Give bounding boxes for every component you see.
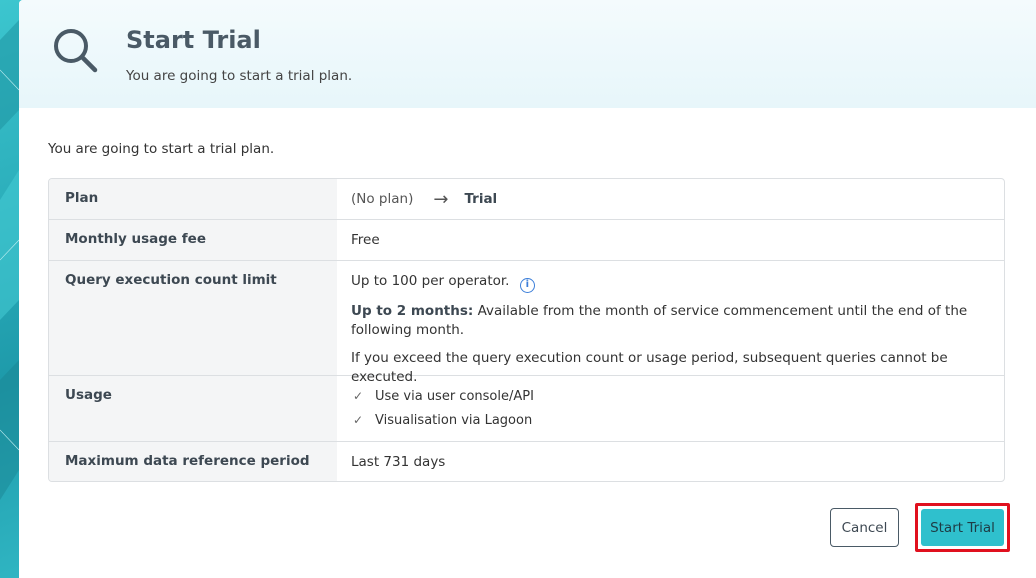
info-icon[interactable]: i: [519, 278, 535, 293]
plan-to: Trial: [464, 191, 498, 207]
list-item: ✓ Use via user console/API: [351, 387, 990, 406]
start-trial-button[interactable]: Start Trial: [921, 509, 1004, 546]
row-label: Usage: [49, 376, 337, 441]
usage-item-label: Use via user console/API: [375, 389, 534, 404]
query-limit-text: Up to 100 per operator.: [351, 273, 510, 289]
row-value: Up to 100 per operator. i Up to 2 months…: [337, 261, 1004, 385]
dialog-title: Start Trial: [126, 26, 261, 54]
table-row-query-limit: Query execution count limit Up to 100 pe…: [49, 260, 1004, 385]
dialog-subtitle: You are going to start a trial plan.: [126, 68, 353, 84]
plan-details-table: Plan (No plan) → Trial Monthly usage fee…: [48, 178, 1005, 482]
row-value: (No plan) → Trial: [337, 179, 1004, 219]
period-bold: Up to 2 months:: [351, 303, 474, 319]
cancel-button[interactable]: Cancel: [830, 508, 899, 547]
row-label: Query execution count limit: [49, 261, 337, 375]
search-icon: [54, 29, 98, 73]
dialog-footer: Cancel Start Trial: [19, 500, 1036, 578]
check-icon: ✓: [353, 413, 364, 427]
row-label: Monthly usage fee: [49, 220, 337, 260]
table-row-plan: Plan (No plan) → Trial: [49, 179, 1004, 219]
arrow-right-icon: →: [433, 189, 449, 210]
table-row-usage: Usage ✓ Use via user console/API ✓ Visua…: [49, 375, 1004, 441]
intro-text: You are going to start a trial plan.: [48, 141, 275, 157]
table-row-reference-period: Maximum data reference period Last 731 d…: [49, 441, 1004, 481]
table-row-fee: Monthly usage fee Free: [49, 219, 1004, 260]
row-label: Plan: [49, 179, 337, 219]
list-item: ✓ Visualisation via Lagoon: [351, 411, 990, 430]
dialog-header: Start Trial You are going to start a tri…: [19, 0, 1036, 108]
plan-from: (No plan): [351, 191, 414, 207]
row-label: Maximum data reference period: [49, 442, 337, 481]
row-value: Free: [351, 232, 380, 248]
row-value: Last 731 days: [351, 454, 446, 470]
row-value: ✓ Use via user console/API ✓ Visualisati…: [337, 376, 1004, 441]
check-icon: ✓: [353, 389, 364, 403]
highlight-box: Start Trial: [915, 503, 1010, 552]
usage-item-label: Visualisation via Lagoon: [375, 413, 533, 428]
start-trial-dialog: Start Trial You are going to start a tri…: [19, 0, 1036, 578]
